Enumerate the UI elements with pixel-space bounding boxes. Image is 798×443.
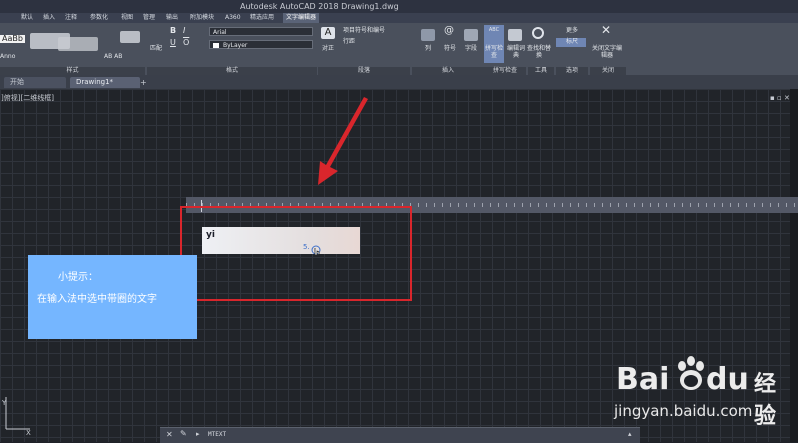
edit-dictionary-label[interactable]: 编辑词典: [505, 45, 527, 59]
bold-button[interactable]: B: [170, 27, 176, 35]
panel-close-label: 关闭: [590, 67, 626, 75]
tab-output[interactable]: 输出: [163, 13, 181, 23]
document-tab-bar: 开始 Drawing1* +: [0, 75, 798, 89]
edit-dictionary-icon[interactable]: [508, 29, 522, 41]
line-spacing-label[interactable]: 行距: [343, 38, 355, 46]
new-tab-icon[interactable]: +: [140, 78, 147, 87]
tab-annotate[interactable]: 注释: [62, 13, 80, 23]
svg-text:X: X: [26, 429, 31, 435]
watermark-url: jingyan.baidu.com: [614, 402, 753, 420]
annotative-label[interactable]: Anno: [0, 53, 15, 61]
find-replace-icon[interactable]: [532, 27, 544, 39]
tip-title: 小提示：: [58, 272, 98, 283]
ucs-icon: Y X: [2, 397, 31, 435]
command-text: MTEXT: [208, 431, 227, 438]
svg-text:Y: Y: [2, 399, 7, 407]
bullets-label[interactable]: 项目符号和编号: [343, 27, 385, 35]
find-replace-label[interactable]: 查找和替换: [526, 45, 552, 59]
font-combo[interactable]: Arial: [209, 27, 313, 36]
red-arrow-icon: [318, 97, 368, 185]
symbol-label[interactable]: 符号: [440, 45, 460, 52]
tab-view[interactable]: 视图: [118, 13, 136, 23]
command-settings-icon[interactable]: ✎: [180, 429, 187, 438]
watermark-brand-c: 经验: [754, 372, 777, 429]
underline-button[interactable]: U: [170, 39, 176, 47]
tab-parametric[interactable]: 参数化: [87, 13, 111, 23]
doc-tab-start[interactable]: 开始: [4, 77, 66, 88]
close-icon[interactable]: ✕: [601, 24, 611, 36]
window-title: Autodesk AutoCAD 2018 Drawing1.dwg: [240, 2, 399, 11]
ruler-toggle[interactable]: 标尺: [556, 38, 586, 47]
color-combo-value: ByLayer: [223, 42, 248, 49]
baidu-jingyan-watermark: Bai du 经验: [616, 356, 796, 429]
tip-body: 在输入法中选中带圈的文字: [37, 294, 157, 305]
column-icon[interactable]: [421, 29, 435, 41]
panel-insert-label: 插入: [412, 67, 484, 75]
color-swatch: [213, 43, 219, 48]
panel-style-label: 样式: [0, 67, 145, 75]
viewport-restore-icon[interactable]: ▪ ▫ ✕: [770, 94, 790, 102]
spellcheck-label: 拼写检查: [484, 45, 503, 59]
tab-text-editor[interactable]: 文字编辑器: [283, 13, 320, 23]
viewport-label[interactable]: ]俯视][二维线框]: [1, 93, 54, 103]
ribbon-tab-bar: 默认 插入 注释 参数化 视图 管理 输出 附加模块 A360 精选应用 文字编…: [0, 13, 798, 23]
watermark-brand-a: Bai: [616, 362, 670, 397]
close-editor-label[interactable]: 关闭文字编辑器: [590, 45, 624, 59]
panel-tools-label: 工具: [528, 67, 554, 75]
command-line[interactable]: ✕ ✎ ▸ ▴: [160, 427, 640, 443]
style-gallery-blur-2: [58, 37, 98, 51]
panel-options-label: 选项: [556, 67, 588, 75]
field-label[interactable]: 字段: [461, 45, 481, 52]
symbol-icon[interactable]: @: [444, 26, 454, 36]
column-label[interactable]: 列: [418, 45, 438, 52]
overline-button[interactable]: O: [183, 39, 189, 47]
spellcheck-icon: ABC: [488, 27, 500, 33]
justify-icon[interactable]: A: [321, 27, 335, 39]
tab-insert[interactable]: 插入: [40, 13, 58, 23]
more-label[interactable]: 更多: [566, 27, 578, 35]
justify-label[interactable]: 对正: [317, 45, 339, 52]
command-expand-icon[interactable]: ▴: [628, 430, 632, 438]
panel-spellcheck-label: 拼写检查: [484, 67, 526, 75]
doc-tab-drawing1[interactable]: Drawing1*: [70, 77, 140, 88]
panel-paragraph-label: 段落: [318, 67, 410, 75]
style-blur-3: [120, 31, 140, 43]
command-close-icon[interactable]: ✕: [166, 430, 173, 439]
title-bar: Autodesk AutoCAD 2018 Drawing1.dwg: [0, 0, 798, 14]
panel-format-label: 格式: [147, 67, 317, 75]
ribbon: AaBb Anno AB AB 样式 匹配 B I U O Arial ByLa…: [0, 23, 798, 75]
command-prompt-icon: ▸: [196, 430, 200, 438]
paw-icon: [678, 356, 704, 390]
spellcheck-button[interactable]: ABC 拼写检查: [484, 25, 504, 63]
color-combo[interactable]: ByLayer: [209, 40, 313, 49]
italic-button[interactable]: I: [183, 27, 185, 35]
tab-addins[interactable]: 附加模块: [187, 13, 217, 23]
field-icon[interactable]: [464, 29, 478, 41]
watermark-brand-b: du: [706, 362, 749, 397]
style-preview[interactable]: AaBb: [0, 35, 25, 43]
highlight-box: [180, 206, 412, 301]
tab-default[interactable]: 默认: [18, 13, 36, 23]
tab-featured-apps[interactable]: 精选应用: [247, 13, 277, 23]
ruler-label: 标尺: [566, 38, 579, 45]
match-properties-label[interactable]: 匹配: [150, 45, 162, 53]
text-height-label[interactable]: AB AB: [104, 53, 122, 61]
font-combo-value: Arial: [213, 29, 227, 36]
tab-a360[interactable]: A360: [222, 13, 244, 23]
tab-manage[interactable]: 管理: [140, 13, 158, 23]
